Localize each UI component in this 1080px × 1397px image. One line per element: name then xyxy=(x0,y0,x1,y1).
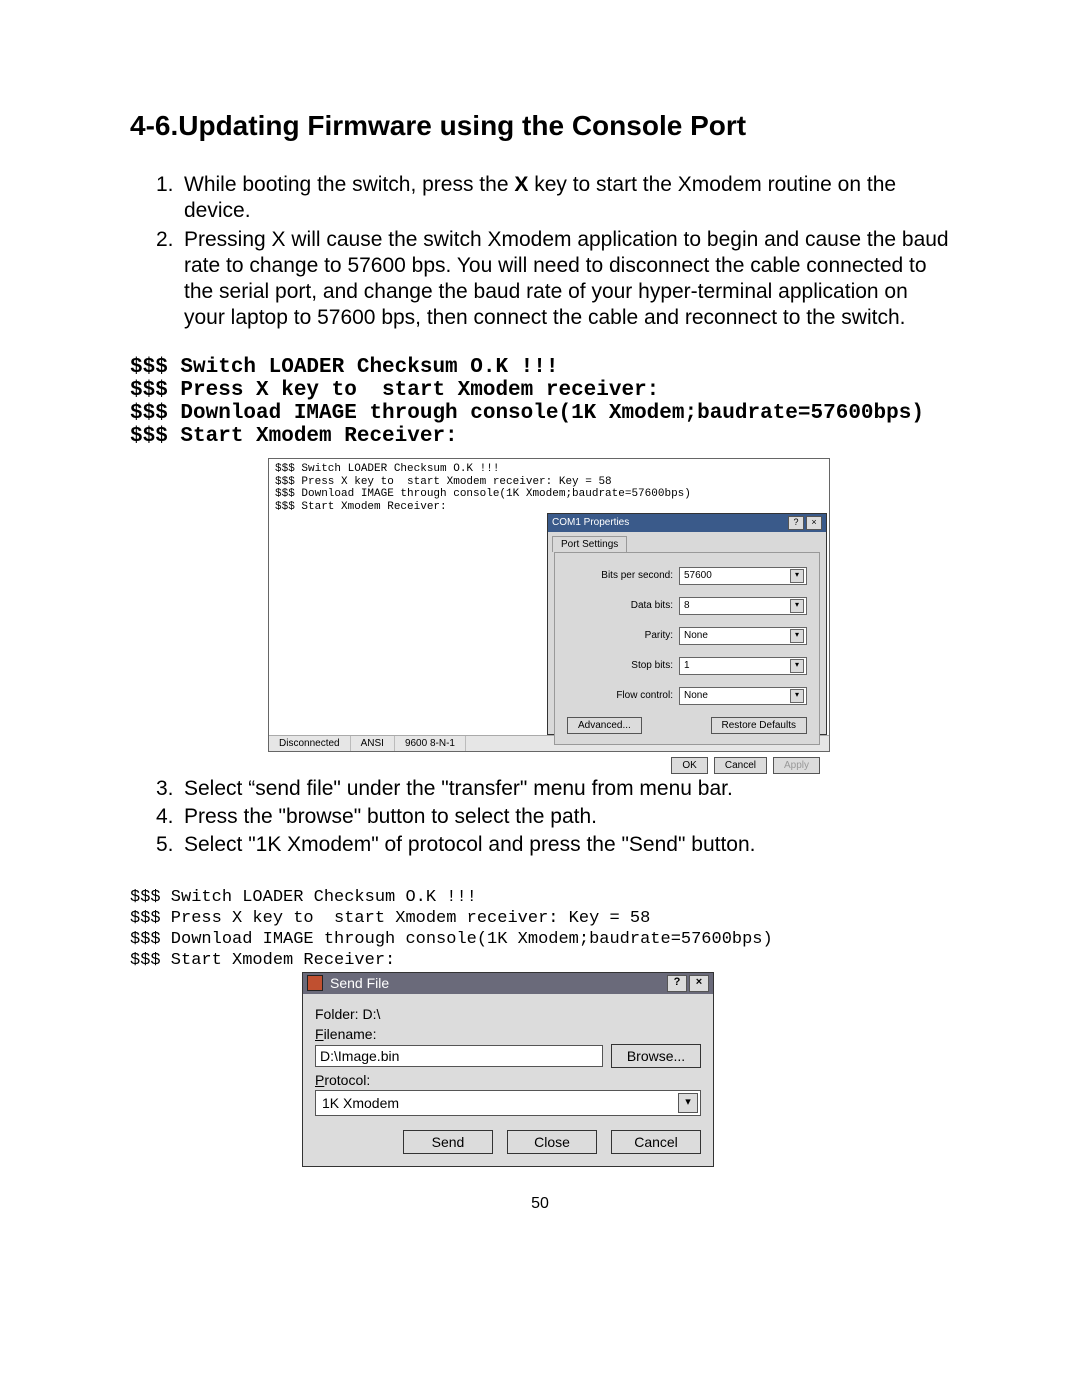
hyperterminal-screenshot: $$$ Switch LOADER Checksum O.K !!! $$$ P… xyxy=(268,458,830,752)
chevron-down-icon[interactable]: ▾ xyxy=(790,629,804,643)
protocol-select[interactable]: 1K Xmodem ▾ xyxy=(315,1090,701,1116)
section-heading: 4-6.Updating Firmware using the Console … xyxy=(130,110,950,142)
flow-control-label: Flow control: xyxy=(616,690,673,701)
com1-properties-dialog: COM1 Properties ? × Port Settings Bits p… xyxy=(547,513,827,735)
step-number: 3. xyxy=(156,776,184,802)
folder-label: Folder: D:\ xyxy=(315,1006,701,1022)
bits-per-second-select[interactable]: 57600▾ xyxy=(679,567,807,585)
ok-button[interactable]: OK xyxy=(671,757,707,774)
dialog-title: Send File xyxy=(330,975,389,991)
step-number: 4. xyxy=(156,804,184,830)
chevron-down-icon[interactable]: ▾ xyxy=(790,599,804,613)
send-file-screenshot: $$$ Switch LOADER Checksum O.K !!! $$$ P… xyxy=(130,887,786,1167)
step-text: Select “send file" under the "transfer" … xyxy=(184,776,950,802)
close-icon[interactable]: × xyxy=(689,975,709,992)
chevron-down-icon[interactable]: ▾ xyxy=(790,569,804,583)
help-icon[interactable]: ? xyxy=(667,975,687,992)
browse-button[interactable]: Browse... xyxy=(611,1044,701,1068)
stop-bits-select[interactable]: 1▾ xyxy=(679,657,807,675)
cancel-button[interactable]: Cancel xyxy=(714,757,767,774)
step-number: 1. xyxy=(156,172,184,225)
restore-defaults-button[interactable]: Restore Defaults xyxy=(711,717,807,734)
data-bits-select[interactable]: 8▾ xyxy=(679,597,807,615)
data-bits-label: Data bits: xyxy=(631,600,673,611)
chevron-down-icon[interactable]: ▾ xyxy=(790,659,804,673)
bits-per-second-label: Bits per second: xyxy=(601,570,673,581)
apply-button[interactable]: Apply xyxy=(773,757,820,774)
step-number: 2. xyxy=(156,227,184,332)
console-output: $$$ Switch LOADER Checksum O.K !!! $$$ P… xyxy=(130,356,950,448)
filename-label: Filename: xyxy=(315,1026,701,1042)
flow-control-select[interactable]: None▾ xyxy=(679,687,807,705)
step-text: While booting the switch, press the X ke… xyxy=(184,172,950,225)
step-text: Press the "browse" button to select the … xyxy=(184,804,950,830)
step-text: Select "1K Xmodem" of protocol and press… xyxy=(184,832,950,858)
status-port: 9600 8-N-1 xyxy=(395,736,466,751)
step-text: Pressing X will cause the switch Xmodem … xyxy=(184,227,950,332)
cancel-button[interactable]: Cancel xyxy=(611,1130,701,1154)
terminal-text: $$$ Switch LOADER Checksum O.K !!! $$$ P… xyxy=(130,887,786,972)
terminal-text: $$$ Switch LOADER Checksum O.K !!! $$$ P… xyxy=(269,459,829,515)
close-icon[interactable]: × xyxy=(806,516,822,530)
protocol-label: Protocol: xyxy=(315,1072,701,1088)
status-connection: Disconnected xyxy=(269,736,351,751)
step-number: 5. xyxy=(156,832,184,858)
chevron-down-icon[interactable]: ▾ xyxy=(790,689,804,703)
close-button[interactable]: Close xyxy=(507,1130,597,1154)
instructions-top: 1. While booting the switch, press the X… xyxy=(156,172,950,332)
chevron-down-icon[interactable]: ▾ xyxy=(678,1093,698,1113)
parity-label: Parity: xyxy=(645,630,673,641)
status-emulation: ANSI xyxy=(351,736,395,751)
parity-select[interactable]: None▾ xyxy=(679,627,807,645)
help-icon[interactable]: ? xyxy=(788,516,804,530)
filename-field[interactable] xyxy=(315,1045,603,1067)
advanced-button[interactable]: Advanced... xyxy=(567,717,642,734)
send-file-dialog: Send File ? × Folder: D:\ Filename: Brow… xyxy=(302,972,714,1167)
send-button[interactable]: Send xyxy=(403,1130,493,1154)
instructions-bottom: 3. Select “send file" under the "transfe… xyxy=(156,776,950,859)
tab-port-settings[interactable]: Port Settings xyxy=(552,536,627,552)
app-icon xyxy=(307,975,323,991)
stop-bits-label: Stop bits: xyxy=(631,660,673,671)
page-number: 50 xyxy=(130,1195,950,1213)
dialog-title: COM1 Properties xyxy=(552,517,629,528)
